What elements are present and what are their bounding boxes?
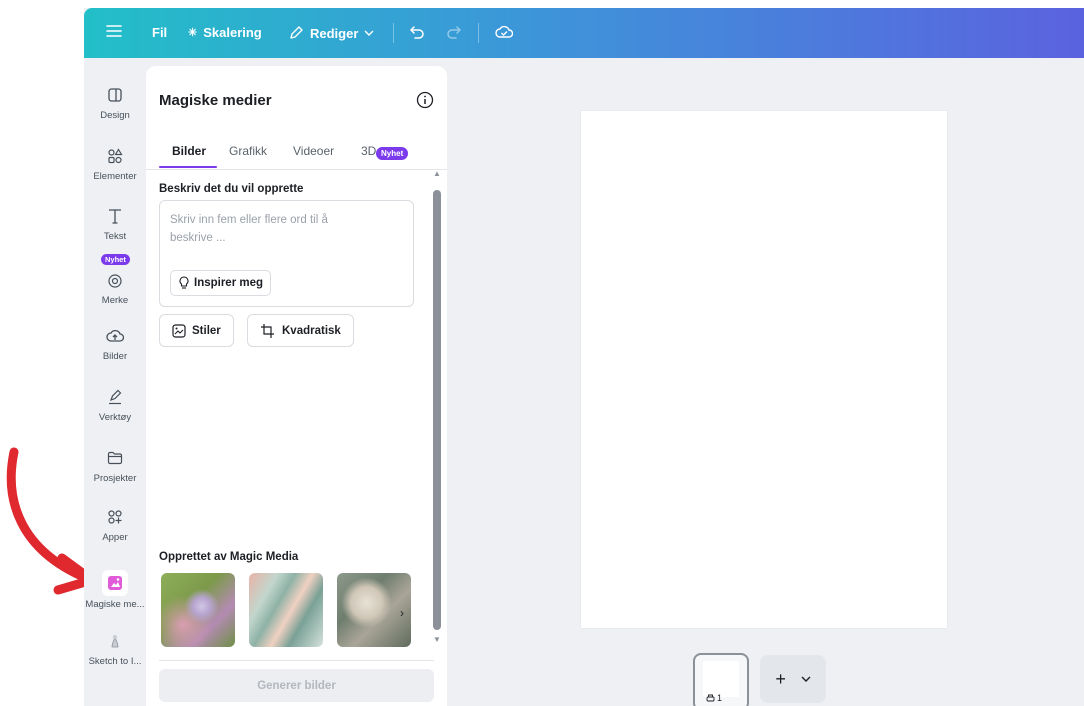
layout-icon — [108, 88, 122, 102]
add-page-button[interactable]: + — [760, 655, 826, 703]
rail-item-label: Design — [100, 110, 130, 121]
resize-icon: ✳ — [188, 27, 198, 39]
chevron-down-icon — [364, 30, 374, 36]
generate-button[interactable]: Generer bilder — [159, 669, 434, 702]
text-icon — [109, 209, 121, 224]
rail-item-label: Bilder — [102, 351, 128, 362]
sketch-icon — [111, 635, 119, 648]
folder-icon — [107, 451, 123, 465]
active-tab-indicator — [159, 166, 217, 168]
info-icon[interactable] — [416, 91, 434, 109]
image-style-icon — [172, 323, 186, 338]
cloud-check-icon — [495, 25, 513, 38]
describe-label: Beskriv det du vil opprette — [159, 183, 304, 195]
page-thumbnail[interactable]: 1 — [693, 653, 749, 706]
pencil-icon — [290, 26, 303, 39]
scroll-thumb[interactable] — [433, 190, 441, 630]
rail-item-label: Verktøy — [98, 412, 132, 423]
apps-icon — [108, 510, 122, 524]
hamburger-icon — [106, 25, 122, 37]
aspect-ratio-button[interactable]: Kvadratisk — [247, 314, 354, 347]
prompt-placeholder: Skriv inn fem eller flere ord til å besk… — [170, 214, 328, 244]
tab-3d[interactable]: 3D — [361, 144, 376, 158]
cloud-upload-icon — [106, 329, 124, 342]
cloud-save-button[interactable] — [495, 24, 513, 40]
rail-item-sketch[interactable]: Sketch to I... — [84, 631, 146, 667]
edit-menu[interactable]: Rediger — [288, 25, 374, 41]
rail-item-uploads[interactable]: Bilder — [84, 326, 146, 362]
rail-item-elements[interactable]: Elementer — [84, 146, 146, 182]
design-canvas[interactable] — [581, 111, 947, 628]
rail-item-label: Apper — [102, 532, 128, 543]
print-icon — [706, 694, 715, 701]
rail-item-design[interactable]: Design — [84, 85, 146, 121]
lightbulb-icon — [179, 276, 189, 289]
tab-images[interactable]: Bilder — [172, 144, 206, 158]
app-window: Fil ✳ Skalering Rediger Design Elementer… — [84, 8, 1084, 706]
created-by-label: Opprettet av Magic Media — [159, 551, 299, 563]
chevron-right-icon[interactable]: › — [392, 603, 412, 623]
undo-button[interactable] — [409, 25, 425, 39]
page-preview — [703, 661, 739, 697]
magic-media-panel: Magiske medier Bilder Grafikk Videoer 3D… — [146, 66, 447, 706]
tab-graphics[interactable]: Grafikk — [229, 144, 267, 158]
redo-icon — [447, 26, 462, 39]
new-badge: Nyhet — [376, 147, 409, 160]
plus-icon: + — [775, 668, 786, 689]
undo-icon — [409, 26, 424, 39]
scroll-down-icon[interactable]: ▼ — [433, 636, 441, 644]
rail-item-label: Tekst — [103, 231, 127, 242]
toolbar-divider — [478, 23, 479, 43]
resize-label: Skalering — [203, 25, 262, 40]
generated-image-thumbnail[interactable] — [249, 573, 323, 647]
inspire-label: Inspirer meg — [194, 277, 264, 289]
pen-icon — [109, 389, 122, 405]
aspect-ratio-label: Kvadratisk — [282, 324, 341, 337]
rail-item-apps[interactable]: Apper — [84, 507, 146, 543]
rail-item-label: Prosjekter — [93, 473, 137, 484]
rail-item-projects[interactable]: Prosjekter — [84, 448, 146, 484]
chevron-down-icon — [801, 676, 811, 682]
redo-button[interactable] — [446, 25, 462, 39]
page-number: 1 — [706, 693, 722, 703]
panel-title: Magiske medier — [159, 92, 272, 109]
rail-item-label: Elementer — [93, 171, 137, 182]
rail-item-label: Magiske me... — [85, 599, 145, 610]
toolbar-divider — [393, 23, 394, 43]
generated-image-thumbnail[interactable] — [161, 573, 235, 647]
crop-icon — [261, 323, 274, 338]
brand-icon — [108, 274, 122, 288]
styles-button[interactable]: Stiler — [159, 314, 234, 347]
scroll-up-icon[interactable]: ▲ — [433, 170, 441, 178]
rail-item-label: Merke — [101, 295, 129, 306]
panel-scrollbar[interactable]: ▲ ▼ — [432, 170, 442, 650]
resize-button[interactable]: ✳ Skalering — [188, 25, 262, 40]
panel-footer-divider — [159, 660, 434, 661]
tabs-divider — [146, 169, 447, 170]
page-number-label: 1 — [717, 693, 723, 703]
file-menu[interactable]: Fil — [152, 25, 167, 40]
new-badge: Nyhet — [101, 254, 130, 265]
menu-button[interactable] — [106, 24, 122, 38]
side-rail: Design Elementer Tekst Nyhet Merke Bilde… — [84, 58, 146, 706]
inspire-button[interactable]: Inspirer meg — [170, 270, 272, 296]
tab-videos[interactable]: Videoer — [293, 144, 334, 158]
rail-item-magic-media[interactable]: Magiske me... — [84, 570, 146, 610]
prompt-textarea[interactable]: Skriv inn fem eller flere ord til å besk… — [159, 200, 414, 307]
file-label: Fil — [152, 25, 168, 40]
magic-media-icon — [108, 576, 122, 590]
shapes-icon — [108, 148, 123, 164]
rail-item-tools[interactable]: Verktøy — [84, 387, 146, 423]
rail-item-brand[interactable]: Nyhet Merke — [84, 254, 146, 306]
rail-item-text[interactable]: Tekst — [84, 206, 146, 242]
rail-item-label: Sketch to I... — [88, 656, 142, 667]
top-toolbar: Fil ✳ Skalering Rediger — [84, 8, 1084, 58]
styles-label: Stiler — [192, 324, 221, 337]
edit-label: Rediger — [310, 25, 359, 41]
